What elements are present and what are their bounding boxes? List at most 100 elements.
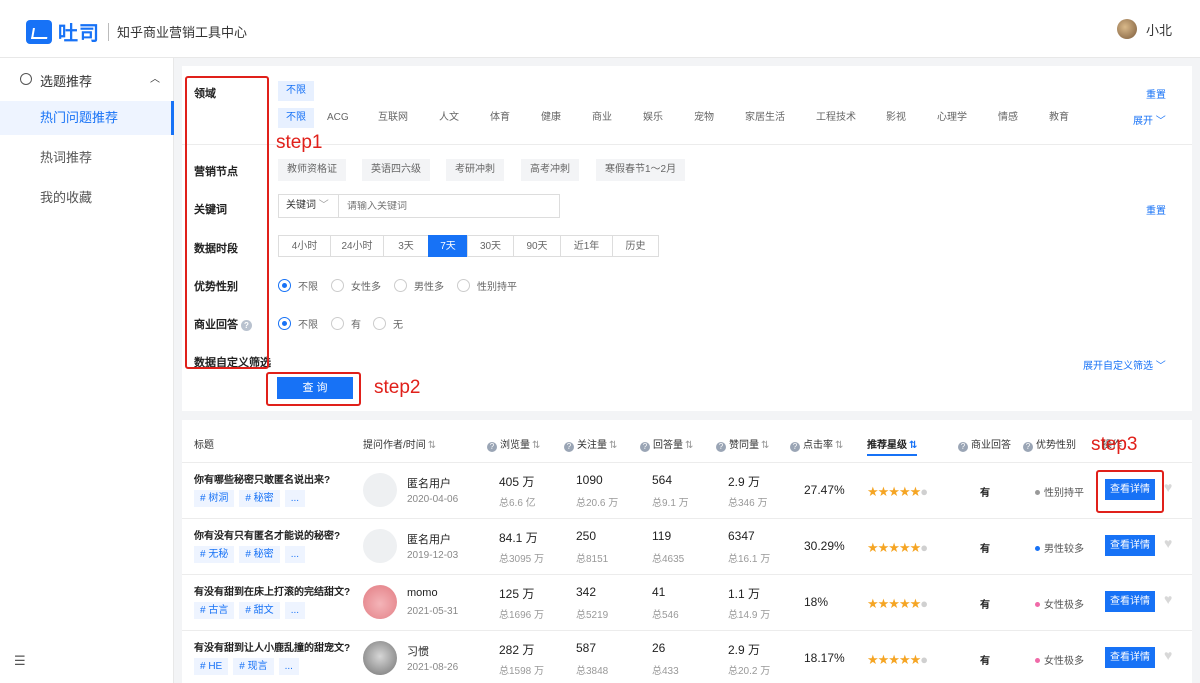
domain-expand-link[interactable]: 展开 ﹀ bbox=[1133, 112, 1166, 127]
answers-value: 119 bbox=[652, 529, 672, 543]
favorite-heart-icon[interactable]: ♥ bbox=[1164, 591, 1172, 607]
row-title[interactable]: 你有没有只有匿名才能说的秘密? bbox=[194, 527, 340, 542]
user-menu[interactable]: 小北 bbox=[1116, 19, 1172, 39]
domain-tag[interactable]: 家居生活 bbox=[737, 108, 793, 128]
favorite-heart-icon[interactable]: ♥ bbox=[1164, 647, 1172, 663]
row-tag[interactable]: # HE bbox=[194, 658, 229, 675]
row-tag[interactable]: # 秘密 bbox=[239, 546, 280, 563]
views-total: 总3095 万 bbox=[499, 554, 545, 565]
domain-tag[interactable]: 娱乐 bbox=[635, 108, 671, 128]
domain-reset-link[interactable]: 重置 bbox=[1146, 86, 1166, 101]
table-row[interactable]: 有没有甜到在床上打滚的完结甜文? # 古言 # 甜文 ... momo 2021… bbox=[182, 574, 1192, 630]
author-avatar bbox=[363, 641, 397, 675]
row-title[interactable]: 有没有甜到在床上打滚的完结甜文? bbox=[194, 583, 350, 598]
row-tag-more[interactable]: ... bbox=[284, 602, 306, 619]
radio-dot bbox=[394, 279, 407, 292]
period-button[interactable]: 近1年 bbox=[560, 235, 613, 257]
period-button[interactable]: 30天 bbox=[467, 235, 514, 257]
sidebar-item-hot-questions[interactable]: 热门问题推荐 bbox=[0, 101, 174, 135]
annotation-step2-box bbox=[266, 372, 361, 406]
domain-tag[interactable]: 工程技术 bbox=[808, 108, 864, 128]
domain-tag[interactable]: 人文 bbox=[431, 108, 467, 128]
row-tag[interactable]: # 古言 bbox=[194, 602, 235, 619]
gender-text: 性别持平 bbox=[1044, 488, 1084, 499]
row-tag-more[interactable]: ... bbox=[278, 658, 299, 675]
radio-label: 不限 bbox=[298, 320, 318, 331]
brand-logo[interactable]: 吐司 知乎商业营销工具中心 bbox=[26, 17, 247, 46]
chevron-up-icon[interactable]: ︿ bbox=[150, 70, 160, 85]
sort-icon: ⇅ bbox=[909, 440, 918, 451]
biz-answer-value: 有 bbox=[980, 544, 990, 555]
marketing-chip[interactable]: 高考冲刺 bbox=[521, 159, 579, 181]
radio-label: 不限 bbox=[298, 282, 318, 293]
period-button[interactable]: 历史 bbox=[612, 235, 659, 257]
radio-label: 无 bbox=[393, 320, 403, 331]
gender-radio-male[interactable]: 男性多 bbox=[394, 278, 444, 293]
domain-tag[interactable]: 不限 bbox=[278, 108, 314, 128]
period-button[interactable]: 4小时 bbox=[278, 235, 331, 257]
marketing-chip[interactable]: 寒假春节1～2月 bbox=[596, 159, 686, 181]
domain-tag[interactable]: 情感 bbox=[990, 108, 1026, 128]
domain-tag[interactable]: 宠物 bbox=[686, 108, 722, 128]
row-tag[interactable]: # 秘密 bbox=[239, 490, 280, 507]
domain-tag[interactable]: 心理学 bbox=[929, 108, 975, 128]
gender-radio-any[interactable]: 不限 bbox=[278, 278, 318, 293]
marketing-chip[interactable]: 考研冲刺 bbox=[446, 159, 504, 181]
biz-radio-yes[interactable]: 有 bbox=[331, 316, 361, 331]
row-tag[interactable]: # 甜文 bbox=[239, 602, 280, 619]
period-button-selected[interactable]: 7天 bbox=[428, 235, 468, 257]
row-title[interactable]: 你有哪些秘密只敢匿名说出来? bbox=[194, 471, 330, 486]
sort-icon: ⇅ bbox=[761, 440, 770, 451]
domain-tag[interactable]: 商业 bbox=[584, 108, 620, 128]
keyword-input[interactable] bbox=[339, 200, 549, 212]
sidebar-group-topic[interactable]: 选题推荐 ︿ bbox=[0, 68, 174, 90]
sidebar-item-favorites[interactable]: 我的收藏 bbox=[0, 181, 174, 215]
radio-label: 男性多 bbox=[414, 282, 444, 293]
sidebar-item-hot-words[interactable]: 热词推荐 bbox=[0, 141, 174, 175]
row-title[interactable]: 有没有甜到让人小鹿乱撞的甜宠文? bbox=[194, 639, 350, 654]
keyword-reset-link[interactable]: 重置 bbox=[1146, 202, 1166, 217]
period-button[interactable]: 90天 bbox=[513, 235, 561, 257]
col-header-views[interactable]: ? 浏览量 ⇅ bbox=[487, 436, 540, 452]
collapse-menu-icon[interactable]: ☰ bbox=[14, 653, 26, 669]
row-tag[interactable]: # 无秘 bbox=[194, 546, 235, 563]
domain-top-tag[interactable]: 不限 bbox=[278, 81, 314, 101]
col-header-follows[interactable]: ? 关注量 ⇅ bbox=[564, 436, 617, 452]
domain-tag[interactable]: 教育 bbox=[1041, 108, 1077, 128]
domain-tag[interactable]: 健康 bbox=[533, 108, 569, 128]
period-button[interactable]: 24小时 bbox=[330, 235, 384, 257]
period-button[interactable]: 3天 bbox=[383, 235, 429, 257]
row-tag-more[interactable]: ... bbox=[284, 490, 306, 507]
domain-tag[interactable]: 互联网 bbox=[370, 108, 416, 128]
domain-tag[interactable]: 影视 bbox=[878, 108, 914, 128]
custom-filter-expand-link[interactable]: 展开自定义筛选 ﹀ bbox=[1083, 357, 1166, 372]
row-tag[interactable]: # 现言 bbox=[233, 658, 274, 675]
domain-tag[interactable]: ACG bbox=[319, 108, 357, 128]
gender-radio-equal[interactable]: 性别持平 bbox=[457, 278, 517, 293]
view-details-button[interactable]: 查看详情 bbox=[1105, 535, 1155, 556]
col-header-stars[interactable]: 推荐星级 ⇅ bbox=[867, 436, 918, 456]
table-row[interactable]: 你有哪些秘密只敢匿名说出来? # 树洞 # 秘密 ... 匿名用户 2020-0… bbox=[182, 462, 1192, 518]
col-header-ctr[interactable]: ? 点击率 ⇅ bbox=[790, 436, 843, 452]
keyword-type-select[interactable]: 关键词 ﹀ bbox=[279, 195, 339, 217]
col-header-likes[interactable]: ? 赞同量 ⇅ bbox=[716, 436, 769, 452]
user-avatar[interactable] bbox=[1116, 19, 1137, 39]
table-row[interactable]: 你有没有只有匿名才能说的秘密? # 无秘 # 秘密 ... 匿名用户 2019-… bbox=[182, 518, 1192, 574]
favorite-heart-icon[interactable]: ♥ bbox=[1164, 479, 1172, 495]
view-details-button[interactable]: 查看详情 bbox=[1105, 591, 1155, 612]
table-row[interactable]: 有没有甜到让人小鹿乱撞的甜宠文? # HE # 现言 ... 习惯 2021-0… bbox=[182, 630, 1192, 683]
row-tag[interactable]: # 树洞 bbox=[194, 490, 235, 507]
col-header-answers[interactable]: ? 回答量 ⇅ bbox=[640, 436, 693, 452]
gender-radio-female[interactable]: 女性多 bbox=[331, 278, 381, 293]
marketing-chip[interactable]: 教师资格证 bbox=[278, 159, 346, 181]
domain-tag[interactable]: 体育 bbox=[482, 108, 518, 128]
col-header-author[interactable]: 提问作者/时间 ⇅ bbox=[363, 436, 436, 451]
biz-radio-no[interactable]: 无 bbox=[373, 316, 403, 331]
favorite-heart-icon[interactable]: ♥ bbox=[1164, 535, 1172, 551]
biz-radio-any[interactable]: 不限 bbox=[278, 316, 318, 331]
help-icon: ? bbox=[564, 442, 574, 452]
row-tag-more[interactable]: ... bbox=[284, 546, 306, 563]
view-details-button[interactable]: 查看详情 bbox=[1105, 647, 1155, 668]
marketing-chip[interactable]: 英语四六级 bbox=[362, 159, 430, 181]
filter-panel: 领域 不限 重置 不限 ACG 互联网 人文 体育 健康 商业 娱乐 宠物 家居… bbox=[182, 66, 1192, 411]
